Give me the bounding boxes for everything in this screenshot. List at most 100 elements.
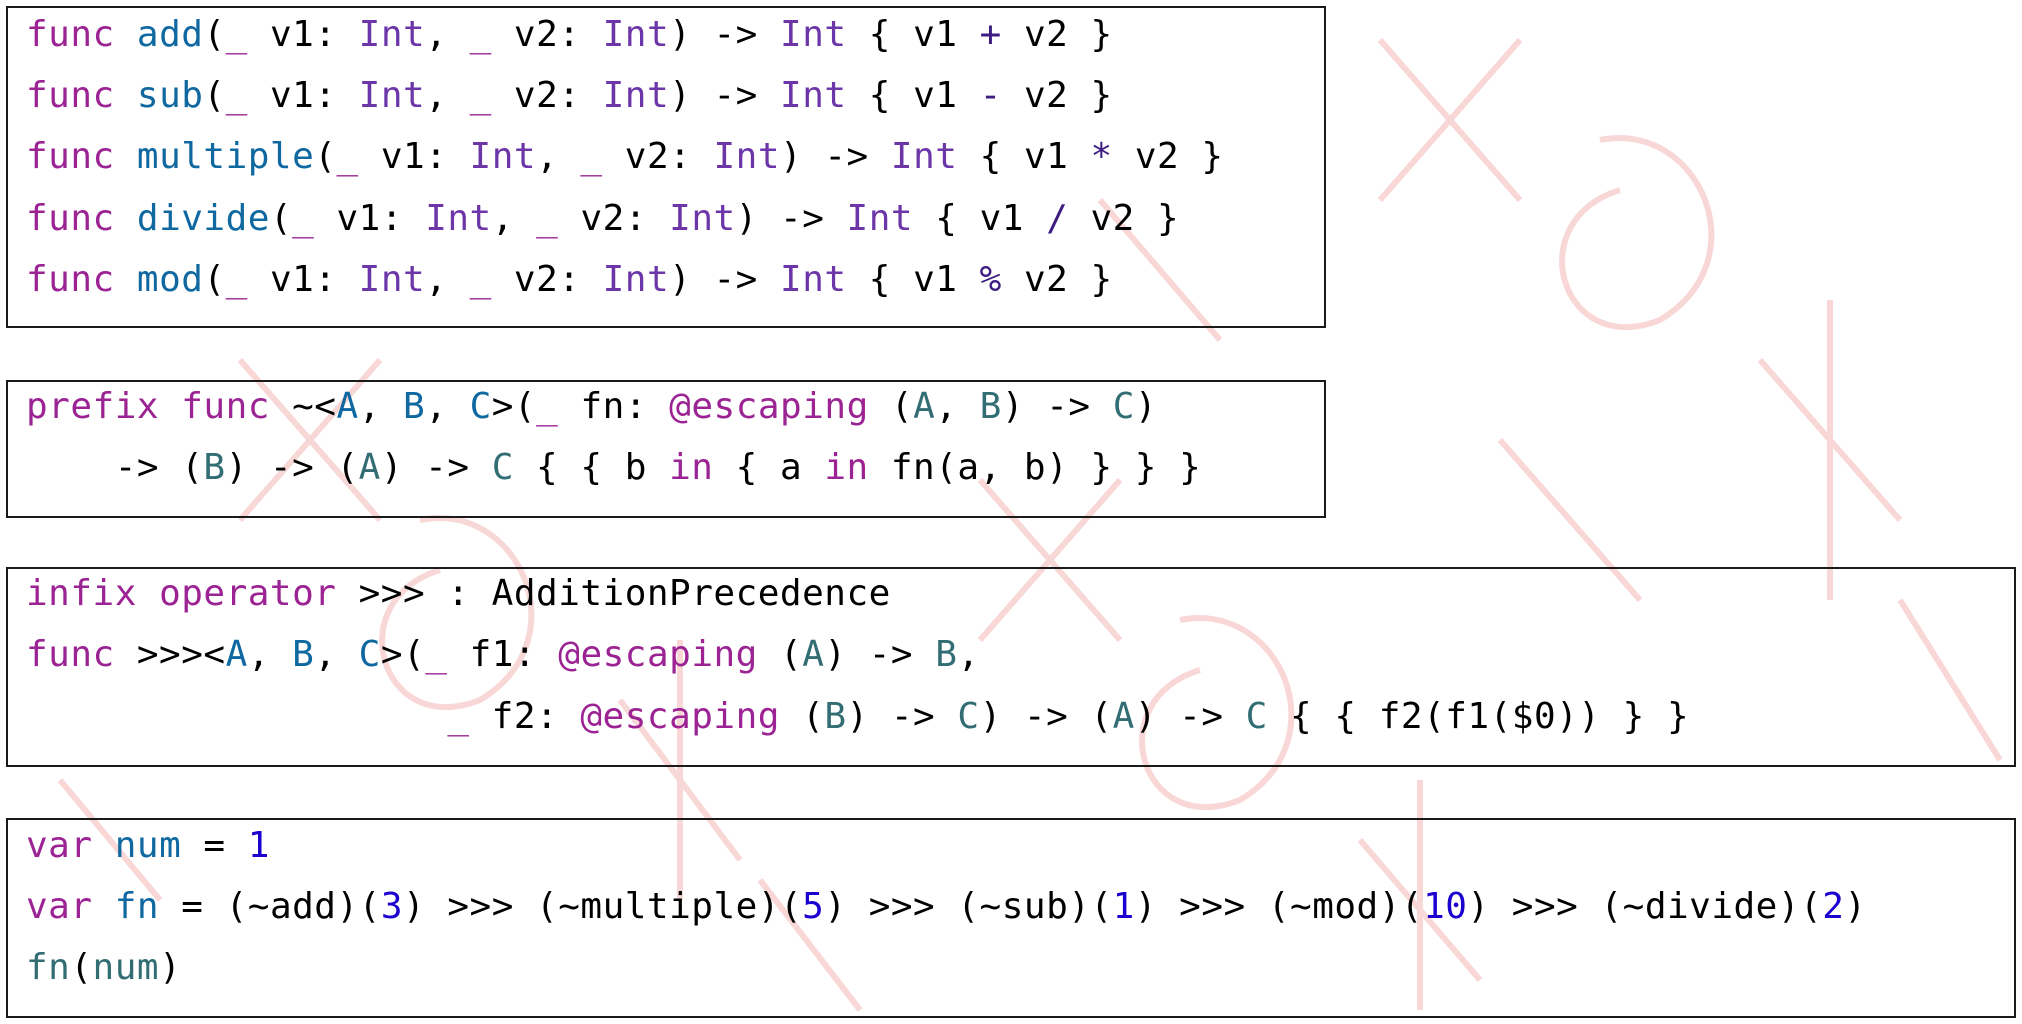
code-token: ) -> [380,447,492,488]
code-token: v2: [491,75,603,116]
code-block-usage: var num = 1 var fn = (~add)(3) >>> (~mul… [6,818,2016,1018]
code-token: in [669,447,714,488]
code-token: func [26,75,115,116]
code-token: ) -> [669,75,781,116]
code-token: v1: [247,259,359,300]
code-token: operator [159,573,337,614]
code-token: _ [225,259,248,300]
code-line: prefix func ~<A, B, C>(_ fn: @escaping (… [26,385,1157,429]
code-token: prefix [26,386,160,427]
code-token: _ [469,14,492,55]
code-token: ) >>> (~sub)( [824,886,1113,927]
code-token: , [536,136,581,177]
code-token: fn(a, b) } } } [868,447,1202,488]
code-token: v1: [314,198,426,239]
code-token: , [935,386,980,427]
code-line: var num = 1 [26,824,270,868]
code-token: Int [425,198,492,239]
code-line: func mod(_ v1: Int, _ v2: Int) -> Int { … [26,258,1113,302]
code-token: , [425,75,470,116]
code-token: v1: [247,14,359,55]
code-token: ) -> [735,198,847,239]
code-token: , [491,198,537,239]
code-token: ) [159,947,182,988]
code-token: num [92,947,160,988]
code-token: Int [669,198,736,239]
code-token: ) -> [846,696,958,737]
code-token: >>> : AdditionPrecedence [336,573,891,614]
code-token: _ [225,14,248,55]
code-token: Int [846,198,914,239]
code-token: = (~add)( [159,886,381,927]
code-token: ) -> [669,14,781,55]
code-token: v1: [358,136,470,177]
code-token: Int [713,136,781,177]
code-token: ( [70,947,93,988]
code-token: 1 [247,825,270,866]
code-token: v2: [491,14,603,55]
code-token: C [1112,386,1135,427]
code-token: ) >>> (~multiple)( [403,886,803,927]
code-token: B [203,447,226,488]
code-token: B [979,386,1002,427]
code-token: ) -> [669,259,781,300]
code-block-infix-operator: infix operator >>> : AdditionPrecedence … [6,567,2016,767]
code-token: f2: [469,696,581,737]
code-line: func sub(_ v1: Int, _ v2: Int) -> Int { … [26,74,1113,118]
code-token: ( [757,634,803,675]
code-token: ) -> ( [979,696,1113,737]
code-token: fn [114,886,160,927]
code-line: func >>><A, B, C>(_ f1: @escaping (A) ->… [26,633,980,677]
code-token: { v1 [957,136,1091,177]
code-token: Int [602,75,670,116]
code-token: Int [469,136,537,177]
code-token: C [957,696,980,737]
code-token: add [136,14,204,55]
code-token: ) -> ( [225,447,359,488]
code-line: var fn = (~add)(3) >>> (~multiple)(5) >>… [26,885,1867,929]
code-token: A [336,386,359,427]
code-token: v2 } [1001,259,1113,300]
code-token: ( [203,14,226,55]
code-token: ) [1134,386,1158,427]
code-token: { v1 [846,75,980,116]
code-token: A [913,386,936,427]
code-token: fn: [558,386,670,427]
code-token: ) -> [1134,696,1246,737]
code-token: 10 [1423,886,1468,927]
code-token: 2 [1822,886,1845,927]
code-token: ( [868,386,914,427]
code-token: ( [269,198,293,239]
code-token: ) -> [1001,386,1113,427]
code-token: Int [780,14,847,55]
code-token: sub [136,75,204,116]
code-line: func divide(_ v1: Int, _ v2: Int) -> Int… [26,197,1179,241]
code-line: func add(_ v1: Int, _ v2: Int) -> Int { … [26,13,1113,57]
code-token: _ [447,696,470,737]
code-token: ( [203,75,226,116]
code-token: = [181,825,248,866]
code-token: num [114,825,182,866]
code-token: _ [336,136,359,177]
code-block-prefix-operator: prefix func ~<A, B, C>(_ fn: @escaping (… [6,380,1326,518]
code-token: _ [536,386,559,427]
code-token: @escaping [558,634,758,675]
code-token: ( [779,696,825,737]
code-token: multiple [136,136,315,177]
code-token: _ [469,75,492,116]
code-token: Int [780,75,847,116]
code-token: B [935,634,958,675]
code-token: v2 } [1112,136,1224,177]
code-token: B [824,696,847,737]
code-token: f1: [447,634,559,675]
code-token: Int [602,259,670,300]
code-token: , [314,634,359,675]
code-token: / [1046,198,1069,239]
code-token: Int [358,259,426,300]
code-token: @escaping [669,386,869,427]
code-token: { a [713,447,825,488]
